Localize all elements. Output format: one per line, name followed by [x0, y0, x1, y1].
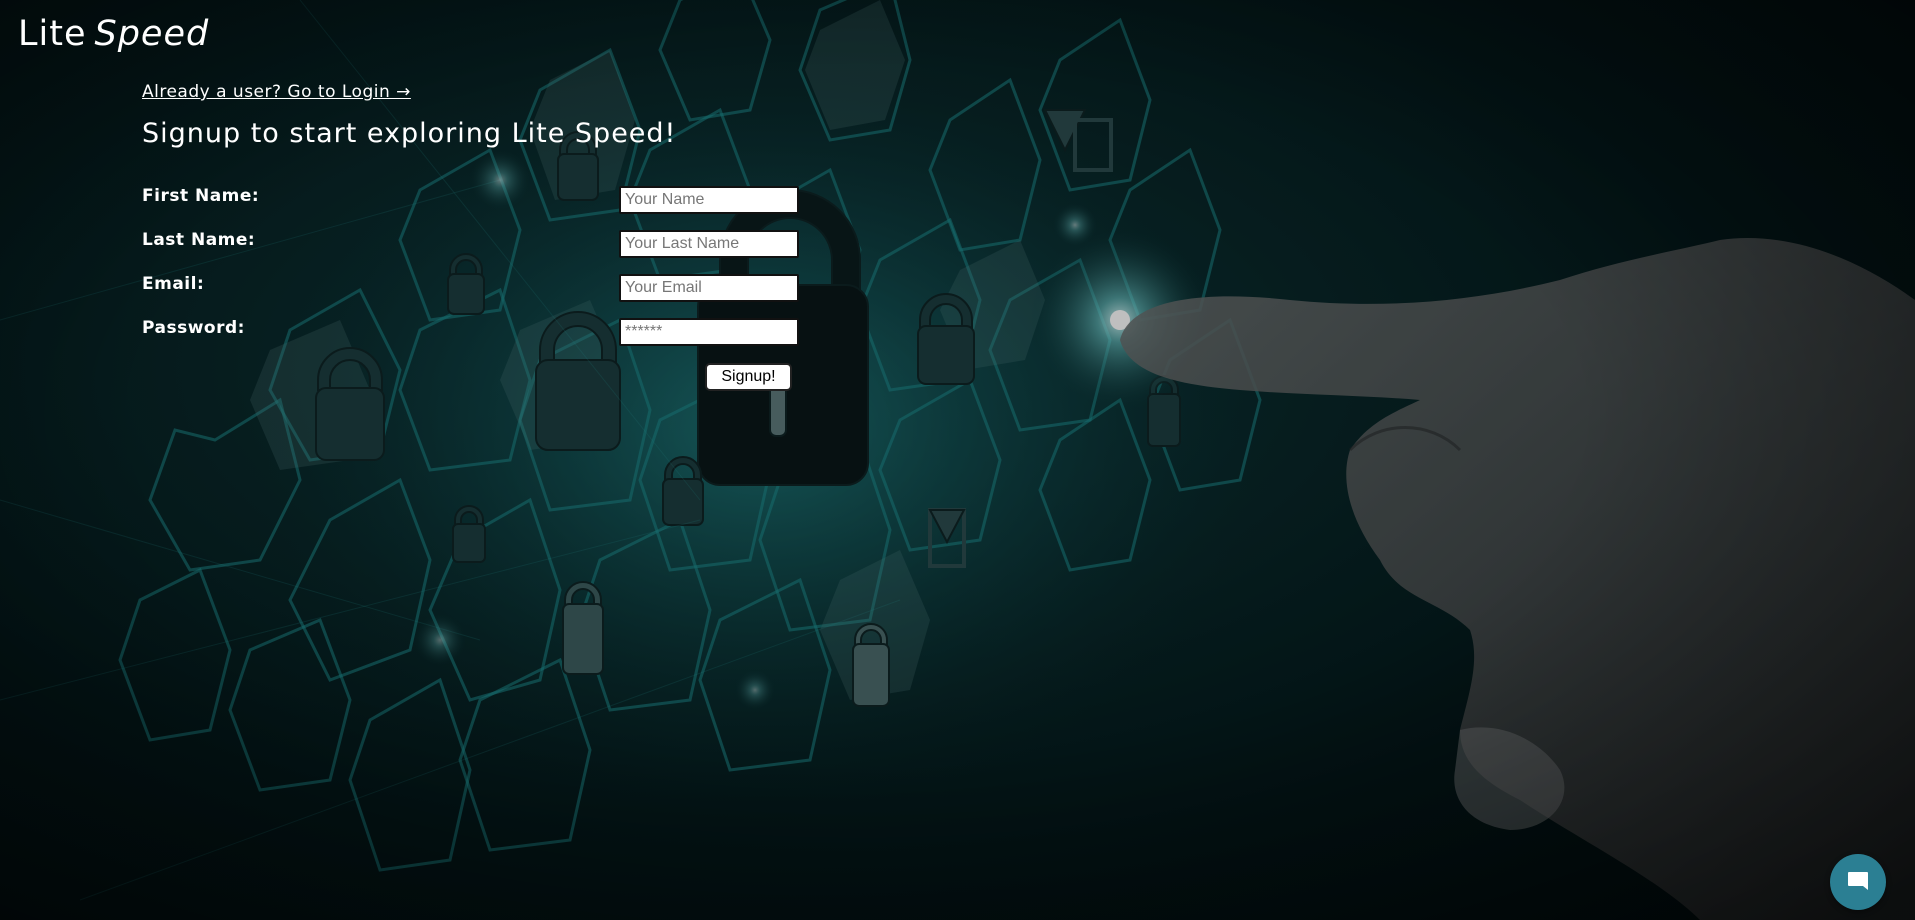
chat-bubble-icon	[1846, 868, 1870, 896]
go-to-login-link[interactable]: Already a user? Go to Login →	[142, 82, 411, 102]
password-row: Password:	[142, 318, 799, 348]
chat-button[interactable]	[1830, 854, 1886, 910]
last-name-input[interactable]	[619, 230, 799, 258]
email-label: Email:	[142, 274, 205, 294]
email-row: Email:	[142, 274, 799, 304]
last-name-row: Last Name:	[142, 230, 799, 260]
signup-button[interactable]: Signup!	[705, 363, 792, 391]
last-name-label: Last Name:	[142, 230, 256, 250]
brand-word-speed: Speed	[94, 14, 210, 54]
brand-logo[interactable]: Lite Speed	[18, 14, 209, 54]
page-title: Signup to start exploring Lite Speed!	[142, 118, 677, 149]
first-name-input[interactable]	[619, 186, 799, 214]
first-name-row: First Name:	[142, 186, 799, 216]
brand-word-lite: Lite	[18, 14, 87, 54]
email-input[interactable]	[619, 274, 799, 302]
first-name-label: First Name:	[142, 186, 260, 206]
password-input[interactable]	[619, 318, 799, 346]
password-label: Password:	[142, 318, 245, 338]
